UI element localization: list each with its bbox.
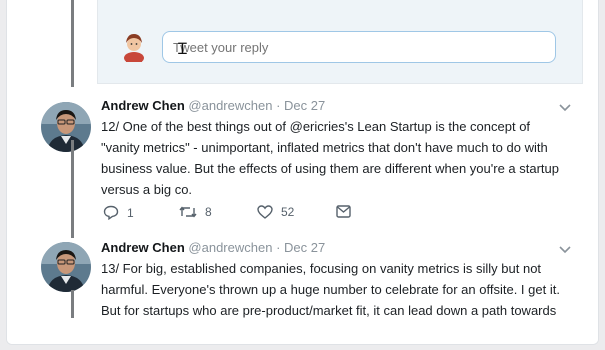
- envelope-icon: [336, 205, 351, 218]
- chevron-down-icon[interactable]: [559, 245, 571, 255]
- thread-connector-line: [71, 140, 74, 238]
- separator-dot: ·: [276, 240, 281, 255]
- thread-connector-line: [71, 290, 74, 318]
- reply-button[interactable]: 1: [103, 205, 134, 220]
- reply-composer: [97, 0, 583, 84]
- tweet-text-line: business value. But the effects of using…: [101, 161, 559, 176]
- author-handle[interactable]: @andrewchen: [188, 240, 272, 255]
- tweet-thread-card: Ɪ Andrew Chen @andrewchen · Dec 27: [6, 0, 599, 345]
- avatar[interactable]: [41, 102, 91, 152]
- tweet-text-line: "vanity metrics" - unimportant, inflated…: [101, 140, 548, 155]
- profile-photo-icon: [41, 102, 91, 152]
- tweet-text-line: 13/ For big, established companies, focu…: [101, 261, 542, 276]
- direct-message-button[interactable]: [336, 205, 351, 218]
- author-handle[interactable]: @andrewchen: [188, 98, 272, 113]
- retweet-count: 8: [205, 205, 212, 219]
- tweet-header: Andrew Chen @andrewchen · Dec 27: [101, 240, 325, 256]
- reply-count: 1: [127, 205, 134, 220]
- separator-dot: ·: [276, 98, 281, 113]
- author-name[interactable]: Andrew Chen: [101, 240, 185, 255]
- user-avatar-icon[interactable]: [120, 30, 148, 62]
- card-footer-space: [7, 318, 598, 344]
- like-count: 52: [281, 205, 295, 219]
- retweet-icon: [179, 206, 197, 218]
- avatar[interactable]: [41, 242, 91, 292]
- text-cursor-icon: Ɪ: [178, 39, 187, 58]
- tweet-date[interactable]: Dec 27: [284, 240, 325, 255]
- chevron-down-icon[interactable]: [559, 103, 571, 113]
- tweet-text: 12/ One of the best things out of @ericr…: [101, 116, 581, 200]
- heart-icon: [257, 205, 273, 219]
- tweet-text-line: 12/ One of the best things out of @ericr…: [101, 119, 531, 134]
- retweet-button[interactable]: 8: [179, 205, 212, 219]
- reply-icon: [103, 205, 119, 220]
- profile-photo-icon: [41, 242, 91, 292]
- thread-connector-line: [71, 0, 74, 87]
- like-button[interactable]: 52: [257, 205, 294, 219]
- reply-input[interactable]: [162, 31, 556, 63]
- tweet-header: Andrew Chen @andrewchen · Dec 27: [101, 98, 325, 114]
- tweet-text: 13/ For big, established companies, focu…: [101, 258, 581, 321]
- author-name[interactable]: Andrew Chen: [101, 98, 185, 113]
- tweet-text-line: harmful. Everyone's thrown up a huge num…: [101, 282, 560, 297]
- tweet-date[interactable]: Dec 27: [284, 98, 325, 113]
- tweet-text-line: versus a big co.: [101, 182, 193, 197]
